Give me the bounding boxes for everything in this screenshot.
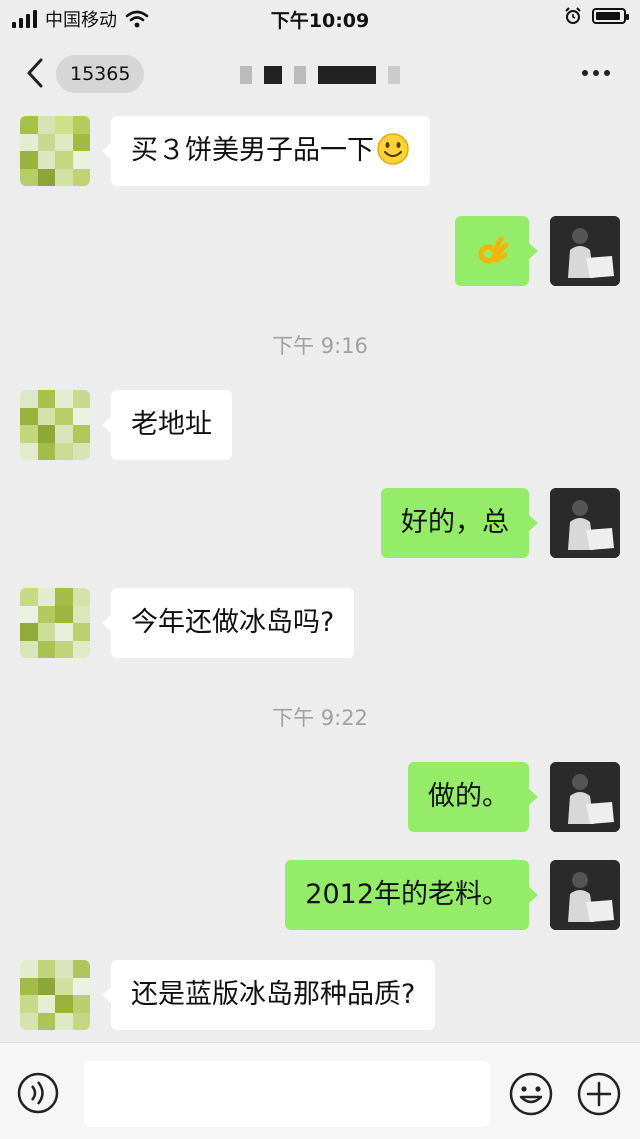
my-avatar[interactable] (550, 488, 620, 558)
message-bubble-received[interactable]: 还是蓝版冰岛那种品质? (101, 960, 436, 1030)
contact-name-redacted (240, 66, 400, 84)
my-avatar[interactable] (550, 860, 620, 930)
message-bubble-received[interactable]: 今年还做冰岛吗? (101, 588, 355, 658)
contact-avatar[interactable] (20, 960, 90, 1030)
ok-hand-emoji-icon (478, 236, 509, 263)
input-bar (0, 1042, 640, 1139)
my-avatar[interactable] (550, 216, 620, 286)
message-bubble-sent[interactable] (455, 216, 538, 286)
message-input[interactable] (84, 1061, 490, 1127)
contact-avatar[interactable] (20, 390, 90, 460)
alarm-icon (565, 7, 581, 24)
battery-icon (592, 8, 629, 24)
voice-icon[interactable] (16, 1071, 60, 1115)
message-bubble-received[interactable]: 买３饼美男子品一下 (102, 116, 430, 186)
clock: 下午10:09 (270, 10, 370, 32)
status-bar: 中国移动 下午10:09 (0, 0, 640, 36)
message-bubble-sent[interactable]: 2012年的老料。 (285, 860, 538, 930)
unread-count-badge[interactable]: 15365 (56, 55, 145, 93)
timestamp: 下午 9:22 (272, 706, 368, 730)
plus-icon[interactable] (576, 1071, 622, 1117)
more-dots-icon[interactable] (582, 70, 610, 76)
smile-emoji-icon (377, 132, 409, 165)
chevron-left-icon[interactable] (26, 58, 44, 88)
message-bubble-received[interactable]: 老地址 (102, 390, 232, 460)
contact-avatar[interactable] (20, 588, 90, 658)
emoji-icon[interactable] (508, 1071, 554, 1117)
timestamp: 下午 9:16 (272, 334, 368, 358)
my-avatar[interactable] (550, 762, 620, 832)
contact-avatar[interactable] (20, 116, 90, 186)
chat-header: 15365 (0, 40, 640, 106)
message-bubble-sent[interactable]: 做的。 (408, 762, 538, 832)
message-bubble-sent[interactable]: 好的，总 (381, 488, 538, 558)
message-list[interactable]: 买３饼美男子品一下 下午 9:16 老地址 好的，总 今年还做冰岛吗? 下午 9… (0, 106, 640, 1042)
